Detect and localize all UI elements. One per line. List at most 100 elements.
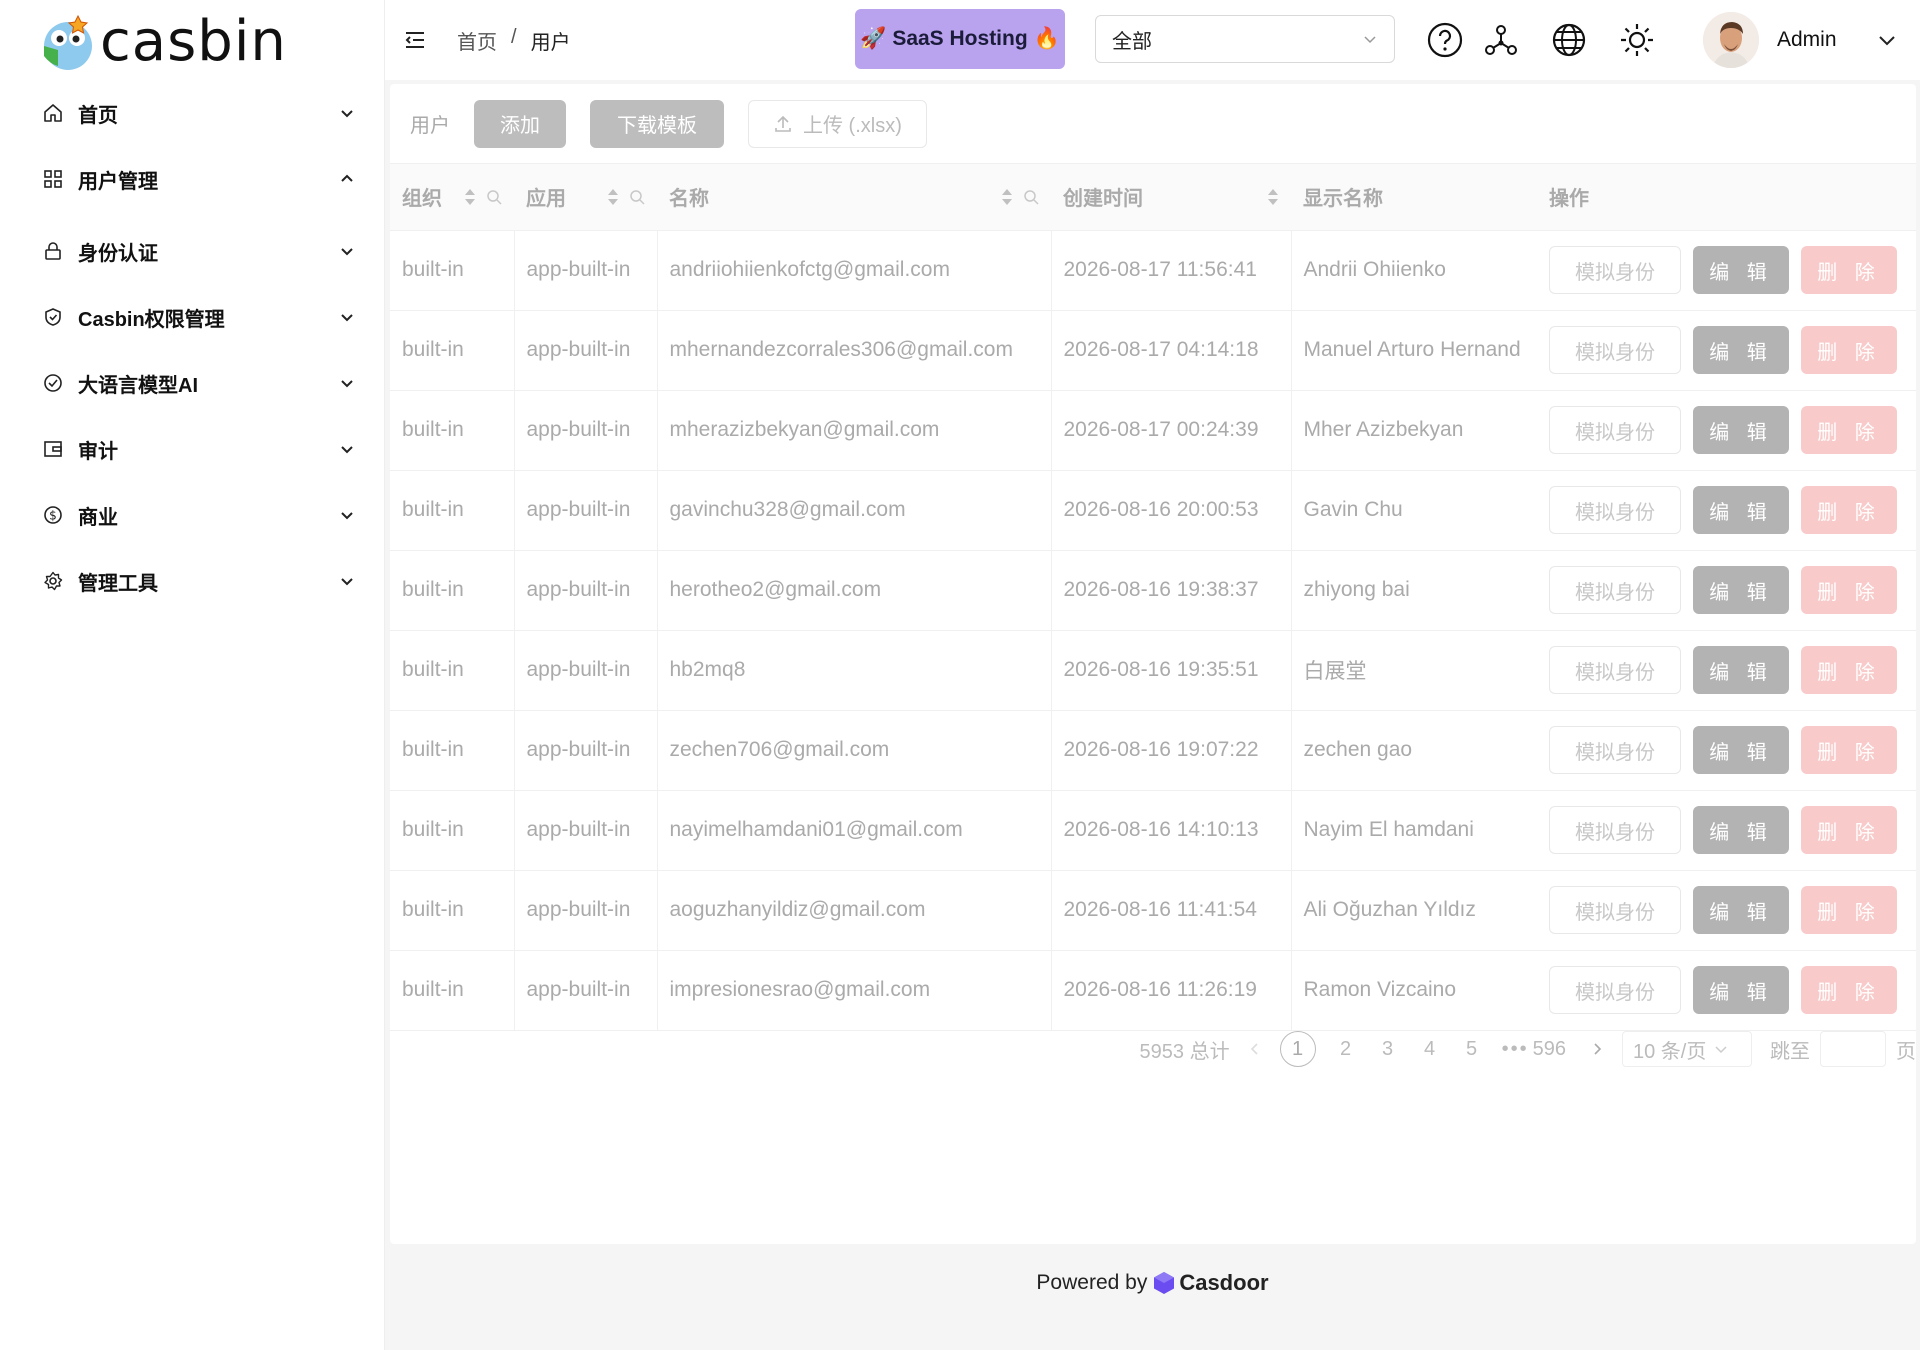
delete-button[interactable]: 删 除 (1801, 566, 1897, 614)
impersonate-button[interactable]: 模拟身份 (1549, 406, 1681, 454)
cell-name[interactable]: herotheo2@gmail.com (657, 550, 1052, 631)
column-header-created-time[interactable]: 创建时间 (1051, 164, 1291, 231)
impersonate-button[interactable]: 模拟身份 (1549, 246, 1681, 294)
cell-application[interactable]: app-built-in (514, 870, 658, 951)
cell-organization[interactable]: built-in (390, 790, 515, 871)
sidebar-item-authentication[interactable]: 身份认证 (0, 218, 385, 284)
cell-application[interactable]: app-built-in (514, 790, 658, 871)
upload-button[interactable]: 上传 (.xlsx) (748, 99, 927, 148)
delete-button[interactable]: 删 除 (1801, 246, 1897, 294)
cell-name[interactable]: nayimelhamdani01@gmail.com (657, 790, 1052, 871)
sidebar-item-home[interactable]: 首页 (0, 80, 385, 146)
sidebar-item-business[interactable]: $ 商业 (0, 482, 385, 548)
cell-organization[interactable]: built-in (390, 710, 515, 791)
cell-name[interactable]: aoguzhanyildiz@gmail.com (657, 870, 1052, 951)
cell-name[interactable]: gavinchu328@gmail.com (657, 470, 1052, 551)
cell-application[interactable]: app-built-in (514, 630, 658, 711)
edit-button[interactable]: 编 辑 (1693, 726, 1789, 774)
breadcrumb-home[interactable]: 首页 (457, 26, 497, 55)
impersonate-button[interactable]: 模拟身份 (1549, 646, 1681, 694)
menu-fold-icon[interactable] (403, 28, 427, 52)
cell-organization[interactable]: built-in (390, 310, 515, 391)
pagination-page[interactable]: 5 (1460, 1038, 1484, 1061)
page-size-select[interactable]: 10 条/页 (1622, 1031, 1752, 1067)
delete-button[interactable]: 删 除 (1801, 646, 1897, 694)
cell-name[interactable]: hb2mq8 (657, 630, 1052, 711)
pagination-jump-next[interactable]: ••• (1502, 1038, 1529, 1061)
column-header-organization[interactable]: 组织 (390, 164, 514, 231)
impersonate-button[interactable]: 模拟身份 (1549, 886, 1681, 934)
help-icon[interactable] (1425, 20, 1465, 60)
impersonate-button[interactable]: 模拟身份 (1549, 486, 1681, 534)
sidebar-item-user-management[interactable]: 用户管理 (0, 146, 385, 212)
cell-organization[interactable]: built-in (390, 230, 515, 311)
cell-organization[interactable]: built-in (390, 950, 515, 1031)
impersonate-button[interactable]: 模拟身份 (1549, 726, 1681, 774)
delete-button[interactable]: 删 除 (1801, 966, 1897, 1014)
delete-button[interactable]: 删 除 (1801, 886, 1897, 934)
cell-organization[interactable]: built-in (390, 470, 515, 551)
saas-hosting-button[interactable]: 🚀 SaaS Hosting 🔥 (855, 9, 1065, 69)
network-icon[interactable] (1481, 20, 1521, 60)
impersonate-button[interactable]: 模拟身份 (1549, 966, 1681, 1014)
chevron-down-icon[interactable] (1877, 30, 1897, 50)
edit-button[interactable]: 编 辑 (1693, 966, 1789, 1014)
add-button[interactable]: 添加 (474, 99, 566, 148)
edit-button[interactable]: 编 辑 (1693, 806, 1789, 854)
search-icon[interactable] (629, 189, 645, 205)
sun-icon[interactable] (1617, 20, 1657, 60)
jump-to-input[interactable] (1820, 1031, 1886, 1067)
cell-organization[interactable]: built-in (390, 550, 515, 631)
cell-organization[interactable]: built-in (390, 870, 515, 951)
globe-icon[interactable] (1549, 20, 1589, 60)
chevron-right-icon[interactable] (1590, 1042, 1604, 1056)
column-header-name[interactable]: 名称 (657, 164, 1051, 231)
organization-select[interactable]: 全部 (1095, 15, 1395, 63)
sidebar-item-casbin-permissions[interactable]: Casbin权限管理 (0, 284, 385, 350)
sort-icon[interactable] (464, 187, 476, 207)
pagination-page-current[interactable]: 1 (1279, 1031, 1316, 1067)
logo[interactable]: casbin (38, 10, 287, 74)
cell-application[interactable]: app-built-in (514, 230, 658, 311)
username[interactable]: Admin (1777, 28, 1837, 52)
impersonate-button[interactable]: 模拟身份 (1549, 566, 1681, 614)
delete-button[interactable]: 删 除 (1801, 806, 1897, 854)
edit-button[interactable]: 编 辑 (1693, 486, 1789, 534)
delete-button[interactable]: 删 除 (1801, 486, 1897, 534)
avatar[interactable] (1703, 12, 1759, 68)
sidebar-item-llm-ai[interactable]: 大语言模型AI (0, 350, 385, 416)
cell-application[interactable]: app-built-in (514, 470, 658, 551)
sort-icon[interactable] (1001, 187, 1013, 207)
impersonate-button[interactable]: 模拟身份 (1549, 806, 1681, 854)
sort-icon[interactable] (1267, 187, 1279, 207)
cell-organization[interactable]: built-in (390, 390, 515, 471)
cell-application[interactable]: app-built-in (514, 390, 658, 471)
column-header-application[interactable]: 应用 (514, 164, 657, 231)
sort-icon[interactable] (607, 187, 619, 207)
cell-name[interactable]: mhernandezcorrales306@gmail.com (657, 310, 1052, 391)
cell-application[interactable]: app-built-in (514, 310, 658, 391)
edit-button[interactable]: 编 辑 (1693, 886, 1789, 934)
download-template-button[interactable]: 下载模板 (590, 99, 724, 148)
cell-application[interactable]: app-built-in (514, 950, 658, 1031)
cell-application[interactable]: app-built-in (514, 710, 658, 791)
delete-button[interactable]: 删 除 (1801, 326, 1897, 374)
cell-application[interactable]: app-built-in (514, 550, 658, 631)
sidebar-item-admin-tools[interactable]: 管理工具 (0, 548, 385, 614)
cell-name[interactable]: impresionesrao@gmail.com (657, 950, 1052, 1031)
delete-button[interactable]: 删 除 (1801, 726, 1897, 774)
sidebar-item-audit[interactable]: 审计 (0, 416, 385, 482)
chevron-left-icon[interactable] (1248, 1042, 1262, 1056)
pagination-page[interactable]: 4 (1418, 1038, 1442, 1061)
edit-button[interactable]: 编 辑 (1693, 246, 1789, 294)
edit-button[interactable]: 编 辑 (1693, 646, 1789, 694)
casdoor-link[interactable]: Casdoor (1153, 1270, 1269, 1296)
cell-name[interactable]: zechen706@gmail.com (657, 710, 1052, 791)
search-icon[interactable] (486, 189, 502, 205)
cell-name[interactable]: mherazizbekyan@gmail.com (657, 390, 1052, 471)
edit-button[interactable]: 编 辑 (1693, 326, 1789, 374)
cell-organization[interactable]: built-in (390, 630, 515, 711)
delete-button[interactable]: 删 除 (1801, 406, 1897, 454)
search-icon[interactable] (1023, 189, 1039, 205)
cell-name[interactable]: andriiohiienkofctg@gmail.com (657, 230, 1052, 311)
